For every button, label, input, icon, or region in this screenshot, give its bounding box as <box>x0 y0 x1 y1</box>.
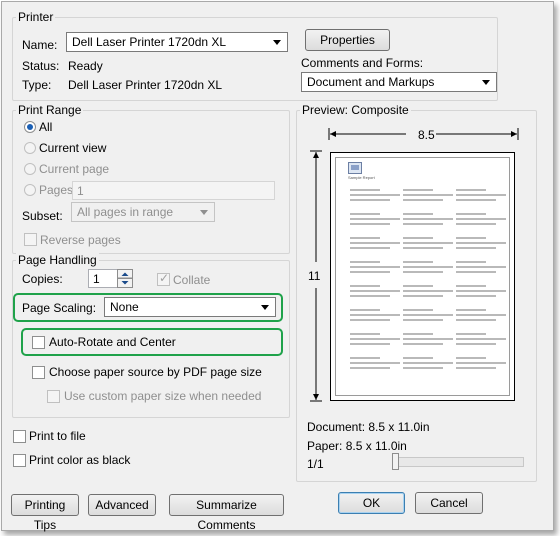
subset-value: All pages in range <box>77 205 174 219</box>
current-view-radio[interactable] <box>24 142 36 154</box>
reverse-pages-checkbox[interactable] <box>24 233 37 246</box>
properties-button[interactable]: Properties <box>305 29 390 51</box>
spin-arrows-icon <box>117 269 133 288</box>
custom-paper-label[interactable]: Use custom paper size when needed <box>64 389 261 403</box>
pages-label[interactable]: Pages <box>39 183 73 197</box>
printer-name-value: Dell Laser Printer 1720dn XL <box>72 35 227 49</box>
print-color-black-label[interactable]: Print color as black <box>29 453 130 467</box>
printer-group-label: Printer <box>16 10 56 24</box>
current-page-label[interactable]: Current page <box>39 162 109 176</box>
status-label: Status: <box>22 59 60 73</box>
auto-rotate-checkbox[interactable] <box>32 336 45 349</box>
paper-source-label[interactable]: Choose paper source by PDF page size <box>49 365 262 379</box>
copies-stepper[interactable] <box>117 269 133 288</box>
width-dimension-label: 8.5 <box>418 128 435 142</box>
chevron-down-icon <box>200 210 208 215</box>
page-scaling-select[interactable]: None <box>104 297 276 317</box>
chevron-down-icon <box>273 40 281 45</box>
paper-source-checkbox[interactable] <box>32 366 45 379</box>
type-label: Type: <box>22 78 52 92</box>
type-value: Dell Laser Printer 1720dn XL <box>68 78 223 92</box>
page-scaling-value: None <box>110 300 139 314</box>
document-size: Document: 8.5 x 11.0in <box>307 420 430 434</box>
copies-input[interactable]: 1 <box>88 269 118 288</box>
preview-page-content: Sample Report <box>335 157 510 396</box>
print-color-black-checkbox[interactable] <box>13 454 26 467</box>
print-dialog: Printer Name: Dell Laser Printer 1720dn … <box>1 1 554 532</box>
page-slider-track[interactable] <box>393 457 524 467</box>
height-dimension-label: 11 <box>308 269 321 283</box>
printer-name-select[interactable]: Dell Laser Printer 1720dn XL <box>66 32 288 52</box>
auto-rotate-label[interactable]: Auto-Rotate and Center <box>49 335 176 349</box>
report-logo-icon <box>348 162 362 174</box>
print-to-file-label[interactable]: Print to file <box>29 429 86 443</box>
printer-name-label: Name: <box>22 38 58 52</box>
copies-label: Copies: <box>22 272 63 286</box>
chevron-down-icon <box>482 80 490 85</box>
comments-forms-label: Comments and Forms: <box>301 56 424 70</box>
page-scaling-label: Page Scaling: <box>22 301 97 315</box>
subset-label: Subset: <box>22 209 63 223</box>
comments-forms-value: Document and Markups <box>307 75 435 89</box>
summarize-comments-button[interactable]: Summarize Comments <box>169 494 284 532</box>
ok-button[interactable]: OK <box>338 492 405 514</box>
current-page-radio[interactable] <box>24 163 36 175</box>
page-slider-thumb[interactable] <box>392 453 399 470</box>
page-handling-group-label: Page Handling <box>16 253 99 267</box>
all-radio[interactable] <box>24 121 36 133</box>
sheet-column-left <box>350 186 400 381</box>
custom-paper-checkbox[interactable] <box>47 390 60 403</box>
advanced-button[interactable]: Advanced <box>88 494 156 516</box>
comments-forms-select[interactable]: Document and Markups <box>301 72 497 92</box>
chevron-down-icon <box>261 305 269 310</box>
pages-input[interactable]: 1 <box>72 181 275 200</box>
collate-label[interactable]: Collate <box>173 273 210 287</box>
reverse-pages-label[interactable]: Reverse pages <box>40 233 121 247</box>
all-label[interactable]: All <box>39 120 52 134</box>
cancel-button[interactable]: Cancel <box>415 492 483 514</box>
sheet-column-middle <box>403 186 453 381</box>
subset-select[interactable]: All pages in range <box>71 202 215 222</box>
preview-page: Sample Report <box>330 152 515 401</box>
status-value: Ready <box>68 59 103 73</box>
page-counter: 1/1 <box>307 457 324 471</box>
print-range-group-label: Print Range <box>16 103 84 117</box>
paper-size: Paper: 8.5 x 11.0in <box>307 439 407 453</box>
sheet-column-right <box>456 186 506 381</box>
collate-checkbox[interactable] <box>157 271 170 286</box>
printing-tips-button[interactable]: Printing Tips <box>11 494 79 532</box>
print-to-file-checkbox[interactable] <box>13 430 26 443</box>
pages-radio[interactable] <box>24 184 36 196</box>
current-view-label[interactable]: Current view <box>39 141 106 155</box>
sheet-heading: Sample Report <box>348 175 375 180</box>
preview-title: Preview: Composite <box>300 103 411 117</box>
